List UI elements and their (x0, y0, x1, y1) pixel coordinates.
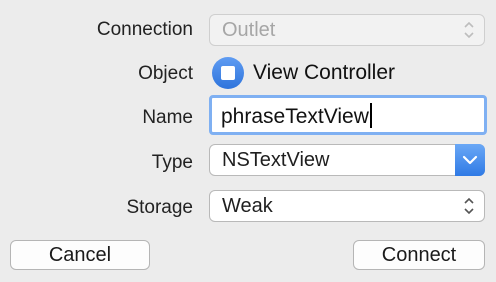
storage-value: Weak (222, 195, 273, 217)
up-down-chevron-icon (464, 21, 474, 39)
name-field[interactable]: phraseTextView (209, 95, 487, 135)
name-label: Name (142, 107, 193, 128)
up-down-chevron-icon (464, 197, 474, 215)
chevron-down-icon (462, 155, 478, 165)
type-dropdown-button[interactable] (455, 144, 485, 176)
text-caret (369, 103, 372, 128)
connect-button[interactable]: Connect (353, 240, 485, 270)
connection-value: Outlet (222, 19, 276, 41)
type-combobox[interactable]: NSTextView (209, 144, 485, 176)
object-label: Object (138, 63, 193, 84)
storage-label: Storage (126, 197, 193, 218)
object-value: View Controller (253, 61, 396, 84)
storage-popup[interactable]: Weak (209, 190, 485, 222)
name-field-value: phraseTextView (221, 105, 369, 128)
view-controller-icon (212, 57, 244, 89)
cancel-button[interactable]: Cancel (10, 240, 150, 270)
connection-label: Connection (96, 19, 193, 40)
type-value: NSTextView (222, 149, 330, 171)
type-label: Type (151, 152, 193, 173)
connection-popup[interactable]: Outlet (209, 14, 485, 46)
